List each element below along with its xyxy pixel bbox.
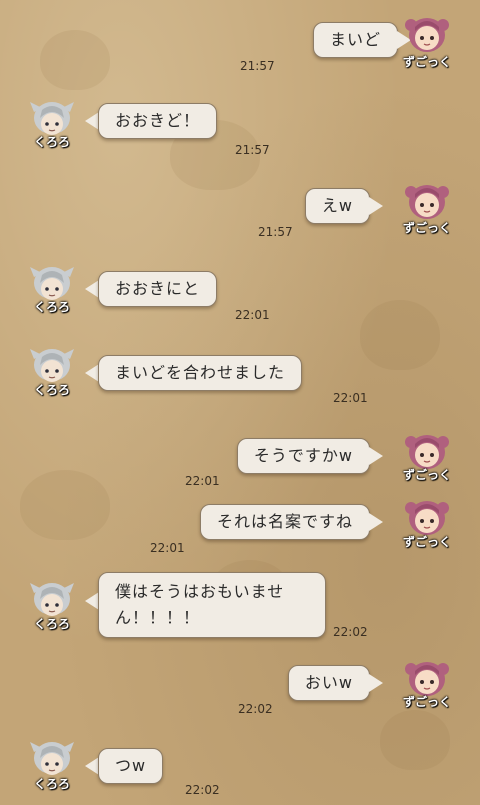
sender-name: ずごっく xyxy=(402,221,451,235)
bubble-tail xyxy=(85,757,99,775)
message-timestamp: 22:01 xyxy=(235,308,270,322)
message-bubble[interactable]: まいどを合わせました xyxy=(98,355,303,391)
message-timestamp: 22:01 xyxy=(150,541,185,555)
pink-haired-girl-icon[interactable] xyxy=(405,496,449,536)
silver-haired-boy-icon[interactable] xyxy=(30,345,74,385)
message-bubble[interactable]: おおきにと xyxy=(98,271,218,307)
sender-name: ずごっく xyxy=(402,55,451,69)
bubble-tail xyxy=(85,112,99,130)
bubble-tail xyxy=(369,513,383,531)
message-timestamp: 22:02 xyxy=(238,702,273,716)
silver-haired-boy-icon[interactable] xyxy=(30,738,74,778)
message-bubble[interactable]: 僕はそうはおもいません！！！！ xyxy=(98,572,326,638)
message-bubble[interactable]: おいw xyxy=(287,665,370,701)
bubble-tail xyxy=(369,197,383,215)
pink-haired-girl-icon[interactable] xyxy=(405,180,449,220)
sender-name: くろろ xyxy=(33,777,70,791)
message-timestamp: 22:02 xyxy=(185,783,220,797)
sender-name: くろろ xyxy=(33,300,70,314)
bubble-tail xyxy=(85,364,99,382)
message-timestamp: 22:01 xyxy=(333,391,368,405)
background-slime-shape xyxy=(380,710,450,770)
message-bubble[interactable]: そうですかw xyxy=(236,438,370,474)
message-timestamp: 21:57 xyxy=(235,143,270,157)
background-slime-shape xyxy=(20,470,110,540)
silver-haired-boy-icon[interactable] xyxy=(30,579,74,619)
message-timestamp: 22:01 xyxy=(185,474,220,488)
message-bubble[interactable]: それは名案ですね xyxy=(199,504,370,540)
message-bubble[interactable]: まいど xyxy=(312,22,398,58)
message-bubble[interactable]: おおきど！ xyxy=(98,103,218,139)
pink-haired-girl-icon[interactable] xyxy=(405,13,449,53)
bubble-tail xyxy=(85,592,99,610)
silver-haired-boy-icon[interactable] xyxy=(30,98,74,138)
message-bubble[interactable]: えw xyxy=(304,188,370,224)
message-timestamp: 22:02 xyxy=(333,625,368,639)
bubble-tail xyxy=(369,674,383,692)
pink-haired-girl-icon[interactable] xyxy=(405,657,449,697)
sender-name: ずごっく xyxy=(402,535,451,549)
silver-haired-boy-icon[interactable] xyxy=(30,263,74,303)
background-slime-shape xyxy=(360,300,440,370)
bubble-tail xyxy=(85,280,99,298)
sender-name: くろろ xyxy=(33,617,70,631)
message-timestamp: 21:57 xyxy=(240,59,275,73)
sender-name: くろろ xyxy=(33,135,70,149)
sender-name: ずごっく xyxy=(402,695,451,709)
bubble-tail xyxy=(369,447,383,465)
sender-name: ずごっく xyxy=(402,468,451,482)
message-timestamp: 21:57 xyxy=(258,225,293,239)
sender-name: くろろ xyxy=(33,383,70,397)
message-bubble[interactable]: つw xyxy=(98,748,164,784)
background-slime-shape xyxy=(40,30,110,90)
pink-haired-girl-icon[interactable] xyxy=(405,430,449,470)
